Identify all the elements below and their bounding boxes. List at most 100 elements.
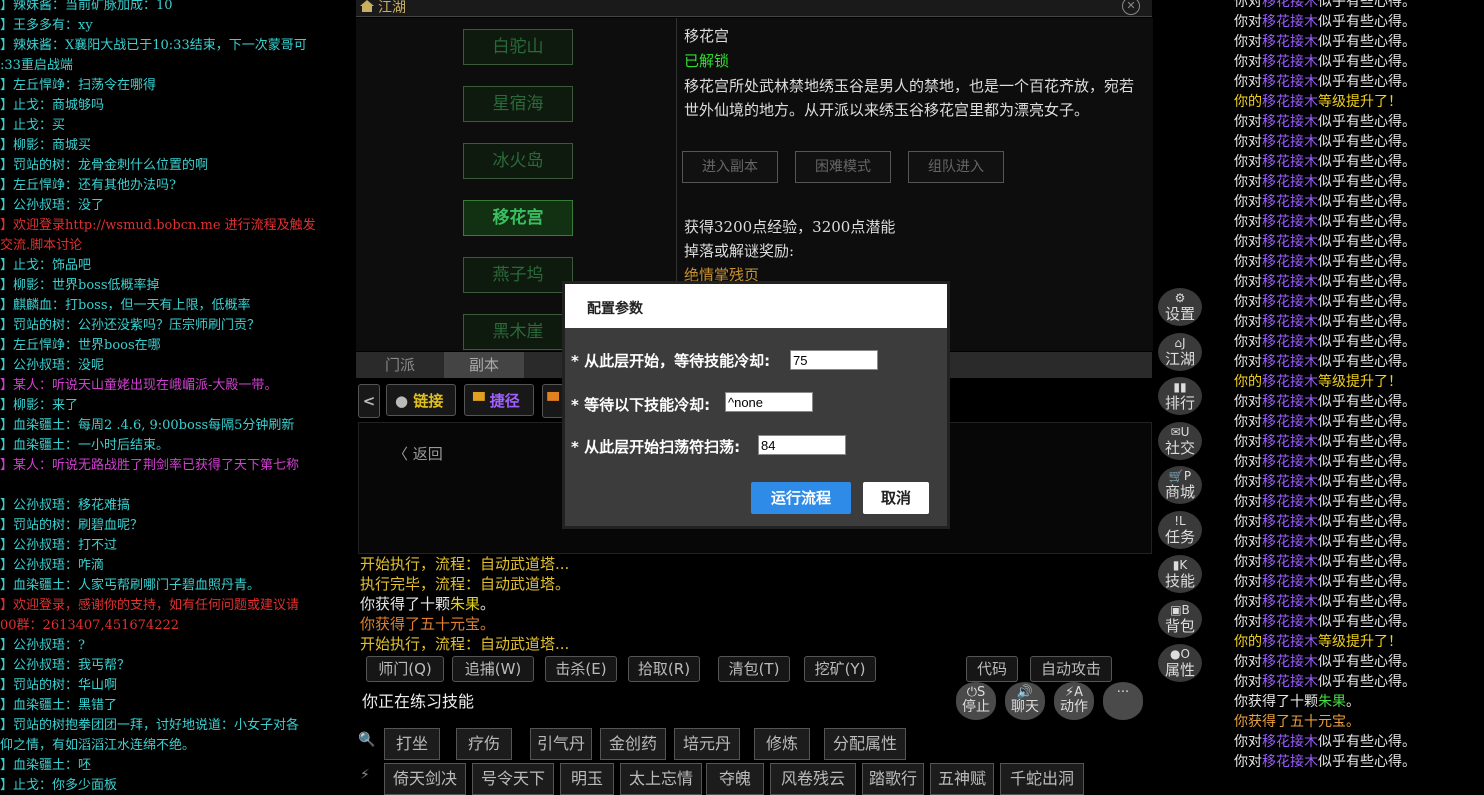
close-icon[interactable]: ✕ [1122, 0, 1140, 15]
combat-log-line: 你对移花接木似乎有些心得。 [1234, 492, 1416, 512]
skill-button[interactable]: 千蛇出洞 [1000, 763, 1084, 795]
log-text: 你的 [1234, 634, 1262, 650]
chat-line: 】血染疆土：一小时后结束。 [0, 438, 170, 453]
skill-button[interactable]: 倚天剑决 [384, 763, 466, 795]
enter-dungeon-button[interactable]: 进入副本 [682, 151, 778, 183]
sidebar-label: 属性 [1164, 661, 1195, 679]
skill-button[interactable]: 风卷残云 [770, 763, 856, 795]
sect-item[interactable]: 冰火岛 [463, 143, 573, 179]
sect-item[interactable]: 星宿海 [463, 86, 573, 122]
tab-sect[interactable]: 门派 [356, 352, 444, 378]
command-button[interactable]: 代码 [966, 656, 1018, 682]
log-text: 移花接木 [1262, 294, 1318, 310]
log-text: 移花接木 [1262, 274, 1318, 290]
scroll-left-button[interactable]: < [358, 384, 380, 418]
command-button[interactable]: 击杀(E) [545, 656, 617, 682]
action-label: 聊天 [1011, 699, 1039, 715]
command-button[interactable]: 挖矿(Y) [804, 656, 876, 682]
sidebar-button[interactable]: ▮▮ 排行 [1158, 377, 1202, 415]
hard-mode-button[interactable]: 困难模式 [795, 151, 891, 183]
command-button[interactable]: 师门(Q) [366, 656, 444, 682]
sidebar-icon: ▮K [1172, 558, 1188, 572]
back-link[interactable]: 〈 返回 [393, 443, 443, 464]
combat-log-line: 你的移花接木等级提升了！ [1234, 92, 1402, 112]
skill-button[interactable]: 踏歌行 [862, 763, 924, 795]
skill-button[interactable]: 分配属性 [824, 728, 906, 760]
combat-log-line: 你对移花接木似乎有些心得。 [1234, 0, 1416, 12]
search-icon[interactable]: 🔍 [358, 732, 376, 754]
cooldown-floor-input[interactable]: 75 [790, 350, 878, 370]
log-text: 你对 [1234, 254, 1262, 270]
skill-button[interactable]: 太上忘情 [620, 763, 702, 795]
log-text: 你对 [1234, 614, 1262, 630]
back-label: 返回 [412, 445, 443, 463]
sidebar-button[interactable]: ▣B 背包 [1158, 599, 1202, 638]
shortcut-label: 捷径 [489, 392, 520, 410]
skill-button[interactable]: 五神赋 [930, 763, 994, 795]
link-button[interactable]: ● 链接 [386, 384, 456, 416]
chat-line: :33重启战端 [0, 58, 73, 73]
sect-item[interactable]: 燕子坞 [463, 257, 573, 293]
skill-button[interactable]: 修炼 [754, 728, 810, 760]
log-text: 移花接木 [1262, 574, 1318, 590]
command-button[interactable]: 清包(T) [718, 656, 790, 682]
command-button[interactable]: 自动攻击 [1030, 656, 1112, 682]
wait-skills-input[interactable]: ^none [725, 392, 813, 412]
sidebar-button[interactable]: ⚙ 设置 [1158, 288, 1202, 326]
sidebar-button[interactable]: !L 任务 [1158, 510, 1202, 549]
cancel-button[interactable]: 取消 [863, 482, 929, 514]
sidebar-button[interactable]: ⌂J 江湖 [1158, 332, 1202, 371]
chat-line: 】血染疆土：黑错了 [0, 698, 118, 713]
log-text: 似乎有些心得。 [1318, 254, 1416, 270]
more-quick-icon[interactable]: ▀ [542, 384, 564, 418]
combat-log-line: 你对移花接木似乎有些心得。 [1234, 12, 1416, 32]
chat-line: 】左丘悍竫：扫荡令在哪得 [0, 78, 157, 93]
sect-item[interactable]: 黑木崖 [463, 314, 573, 350]
combat-log-line: 你对移花接木似乎有些心得。 [1234, 32, 1416, 52]
skill-button[interactable]: 金创药 [600, 728, 666, 760]
tab-dungeon[interactable]: 副本 [444, 352, 524, 378]
sidebar-button[interactable]: ✉U 社交 [1158, 421, 1202, 460]
run-flow-button[interactable]: 运行流程 [751, 482, 851, 514]
skill-button[interactable]: 夺魄 [706, 763, 764, 795]
action-button[interactable]: ⏻S 停止 [956, 682, 996, 720]
skill-button[interactable]: 疗伤 [456, 728, 512, 760]
action-button[interactable]: 🔊 聊天 [1005, 682, 1045, 720]
combat-log-line: 你对移花接木似乎有些心得。 [1234, 272, 1416, 292]
sweep-floor-input[interactable]: 84 [758, 435, 846, 455]
log-text: 似乎有些心得。 [1318, 654, 1416, 670]
skill-button[interactable]: 打坐 [384, 728, 440, 760]
row-label-cooldown-floor: * 从此层开始，等待技能冷却: [571, 352, 771, 370]
sect-item[interactable]: 白驼山 [463, 29, 573, 65]
combat-log-line: 你对移花接木似乎有些心得。 [1234, 172, 1416, 192]
log-text: 移花接木 [1262, 354, 1318, 370]
shortcut-button[interactable]: ▀ 捷径 [464, 384, 534, 416]
action-button[interactable]: ··· [1103, 682, 1143, 720]
skill-button[interactable]: 明玉 [560, 763, 614, 795]
sidebar-button[interactable]: ▮K 技能 [1158, 555, 1202, 593]
team-enter-button[interactable]: 组队进入 [908, 151, 1004, 183]
sect-item[interactable]: 移花宫 [463, 200, 573, 236]
combat-log-line: 你的移花接木等级提升了！ [1234, 632, 1402, 652]
sidebar-button[interactable]: ●O 属性 [1158, 644, 1202, 682]
chat-line: 】柳影：世界boss低概率掉 [0, 278, 160, 293]
action-button[interactable]: ⚡A 动作 [1054, 682, 1094, 720]
log-text: 你对 [1234, 734, 1262, 750]
log-text: 似乎有些心得。 [1318, 34, 1416, 50]
chat-panel[interactable]: 】辣妹酱：当前矿脉加成：10 】王多多有：xy 】辣妹酱：X襄阳大战已于10:33结… [0, 0, 352, 795]
skill-button[interactable]: 号令天下 [472, 763, 554, 795]
chat-line: 】止戈：商城够吗 [0, 98, 105, 113]
command-button[interactable]: 拾取(R) [628, 656, 700, 682]
command-button[interactable]: 追捕(W) [452, 656, 534, 682]
skill-button[interactable]: 引气丹 [530, 728, 592, 760]
log-text: 移花接木 [1262, 674, 1318, 690]
combat-log-line: 你对移花接木似乎有些心得。 [1234, 392, 1416, 412]
sidebar-button[interactable]: 🛒P 商城 [1158, 466, 1202, 504]
log-text: 移花接木 [1262, 114, 1318, 130]
log-text: 你对 [1234, 394, 1262, 410]
log-text: 你对 [1234, 434, 1262, 450]
log-text: 似乎有些心得。 [1318, 574, 1416, 590]
chat-line: 】公孙叔珸：没呢 [0, 358, 105, 373]
skill-button[interactable]: 培元丹 [674, 728, 740, 760]
log-text: 。 [1346, 694, 1360, 710]
